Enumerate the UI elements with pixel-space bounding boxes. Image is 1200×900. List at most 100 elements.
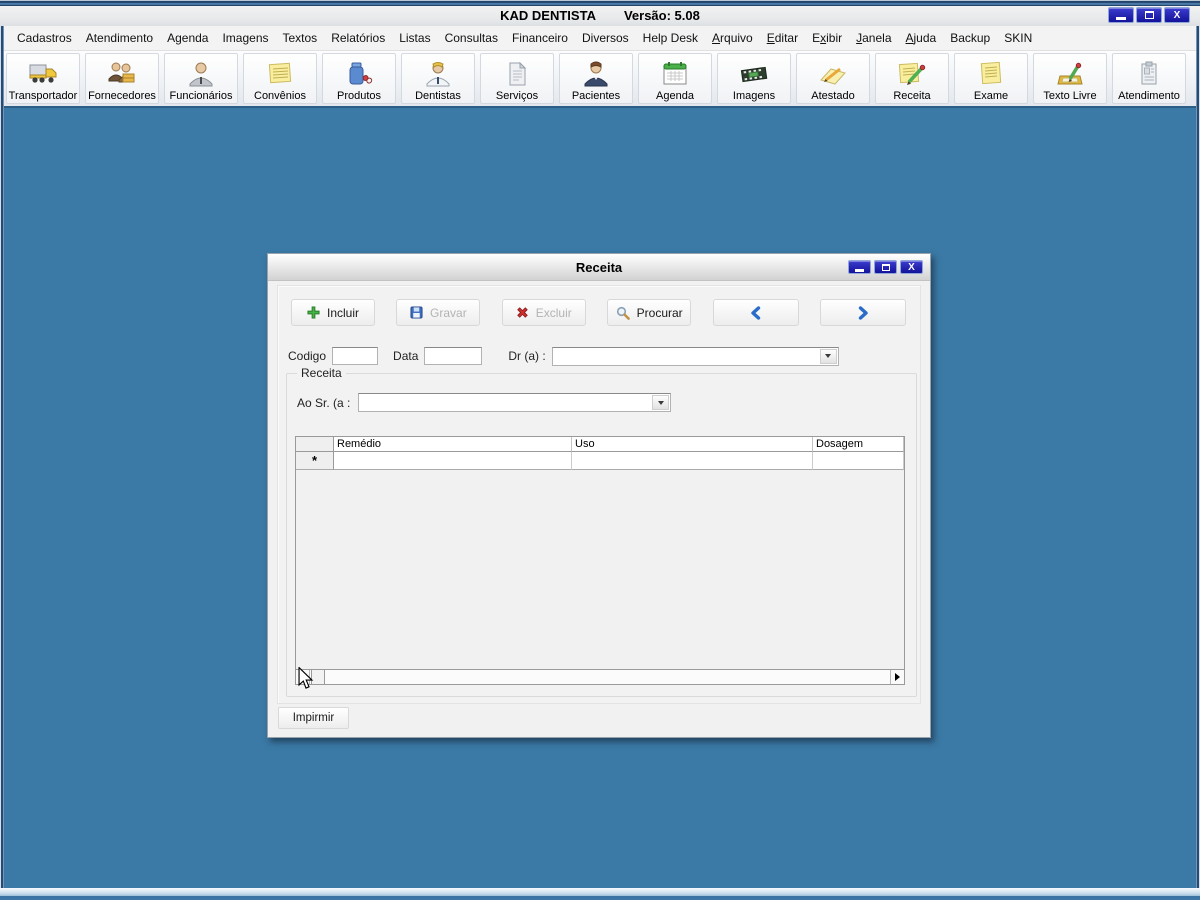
receita-close-button[interactable]: X xyxy=(900,260,923,274)
menu-label-accel: A xyxy=(905,31,914,45)
maximize-icon xyxy=(881,263,890,271)
menu-label-post: rquivo xyxy=(720,31,753,45)
suppliers-icon xyxy=(106,58,138,90)
imprimir-label: Impirmir xyxy=(292,712,335,724)
main-window-controls: X xyxy=(1108,7,1190,23)
grid-column-header-dosagem[interactable]: Dosagem xyxy=(813,437,904,452)
imprimir-button[interactable]: Impirmir xyxy=(278,707,349,729)
codigo-input[interactable] xyxy=(332,347,379,365)
menu-financeiro[interactable]: Financeiro xyxy=(505,28,575,48)
minimize-icon xyxy=(855,268,864,272)
toolbar-button-fornecedores[interactable]: Fornecedores xyxy=(85,52,159,104)
menu-cadastros[interactable]: Cadastros xyxy=(10,28,79,48)
toolbar-button-exame[interactable]: Exame xyxy=(954,52,1028,104)
menu-atendimento[interactable]: Atendimento xyxy=(79,28,160,48)
excluir-button[interactable]: Excluir xyxy=(501,299,586,326)
menu-agenda[interactable]: Agenda xyxy=(160,28,215,48)
menu-consultas[interactable]: Consultas xyxy=(438,28,505,48)
next-record-button[interactable] xyxy=(819,299,906,326)
toolbar-button-servicos[interactable]: Serviços xyxy=(480,52,554,104)
grid-new-row-marker[interactable]: * xyxy=(296,452,334,470)
dr-combobox[interactable] xyxy=(551,346,839,366)
exam-note-icon xyxy=(975,58,1007,90)
receita-window-title: Receita xyxy=(575,259,623,275)
menu-arquivo[interactable]: Arquivo xyxy=(705,28,760,48)
grid-cell-remedio[interactable] xyxy=(334,452,572,470)
menu-editar[interactable]: Editar xyxy=(760,28,805,48)
dr-combobox-dropdown-button[interactable] xyxy=(819,348,837,364)
ao-sr-combobox-dropdown-button[interactable] xyxy=(652,395,670,410)
toolbar-button-label: Texto Livre xyxy=(1043,89,1097,102)
incluir-button[interactable]: Incluir xyxy=(291,299,375,326)
minimize-button[interactable] xyxy=(1108,7,1134,23)
toolbar-button-atestado[interactable]: Atestado xyxy=(796,52,870,104)
toolbar-button-produtos[interactable]: Produtos xyxy=(322,52,396,104)
receita-titlebar[interactable]: Receita X xyxy=(268,254,930,281)
toolbar-button-atendimento[interactable]: Atendimento xyxy=(1112,52,1186,104)
menu-ajuda[interactable]: Ajuda xyxy=(899,28,944,48)
receita-window-controls: X xyxy=(848,260,923,274)
toolbar-button-agenda[interactable]: Agenda xyxy=(638,52,712,104)
menu-label-post: ditar xyxy=(774,31,799,45)
receita-minimize-button[interactable] xyxy=(848,260,871,274)
grid-column-header-uso[interactable]: Uso xyxy=(572,437,813,452)
scrollbar-left-button[interactable] xyxy=(296,670,310,684)
main-titlebar[interactable]: KAD DENTISTA Versão: 5.08 X xyxy=(0,0,1200,26)
save-floppy-icon xyxy=(410,306,423,319)
toolbar-button-funcionarios[interactable]: Funcionários xyxy=(164,52,238,104)
toolbar-button-imagens[interactable]: Imagens xyxy=(717,52,791,104)
triangle-left-icon xyxy=(300,673,305,681)
scrollbar-thumb[interactable] xyxy=(311,670,325,684)
menu-imagens[interactable]: Imagens xyxy=(215,28,275,48)
toolbar-button-convenios[interactable]: Convênios xyxy=(243,52,317,104)
menu-textos[interactable]: Textos xyxy=(276,28,325,48)
menu-label-post: ibir xyxy=(826,31,843,45)
close-button[interactable]: X xyxy=(1164,7,1190,23)
procurar-button[interactable]: Procurar xyxy=(607,299,692,326)
menu-label-post: juda xyxy=(913,31,937,45)
toolbar-button-receita[interactable]: Receita xyxy=(875,52,949,104)
menu-help-desk[interactable]: Help Desk xyxy=(636,28,705,48)
menu-listas[interactable]: Listas xyxy=(392,28,437,48)
gravar-button[interactable]: Gravar xyxy=(396,299,481,326)
attendance-clipboard-icon xyxy=(1133,58,1165,90)
main-content: Cadastros Atendimento Agenda Imagens Tex… xyxy=(4,26,1196,888)
toolbar-button-dentistas[interactable]: Dentistas xyxy=(401,52,475,104)
products-icon xyxy=(343,58,375,90)
menu-label-accel: A xyxy=(712,31,721,45)
menu-exibir[interactable]: Exibir xyxy=(805,28,849,48)
ao-sr-combobox[interactable] xyxy=(358,393,672,412)
grid-cell-dosagem[interactable] xyxy=(813,452,904,470)
employee-icon xyxy=(185,58,217,90)
receita-maximize-button[interactable] xyxy=(874,260,897,274)
toolbar-button-texto-livre[interactable]: Texto Livre xyxy=(1033,52,1107,104)
grid-column-header-remedio[interactable]: Remédio xyxy=(334,437,572,452)
data-input[interactable] xyxy=(424,347,483,365)
menu-diversos[interactable]: Diversos xyxy=(575,28,636,48)
gravar-label: Gravar xyxy=(430,305,467,320)
maximize-button[interactable] xyxy=(1136,7,1162,23)
menu-backup[interactable]: Backup xyxy=(943,28,997,48)
chevron-right-icon xyxy=(856,305,870,320)
incluir-label: Incluir xyxy=(326,305,359,320)
menu-label-post: anela xyxy=(862,31,892,45)
menu-relatorios[interactable]: Relatórios xyxy=(324,28,392,48)
scrollbar-right-button[interactable] xyxy=(890,670,904,684)
menu-janela[interactable]: Janela xyxy=(849,28,898,48)
minimize-icon xyxy=(1116,17,1126,20)
toolbar-button-transportador[interactable]: Transportador xyxy=(6,52,80,104)
grid-cell-uso[interactable] xyxy=(572,452,813,470)
prescription-grid: Remédio Uso Dosagem * xyxy=(295,436,905,685)
plus-icon xyxy=(307,306,320,319)
receita-groupbox-label: Receita xyxy=(297,366,346,380)
dr-label: Dr (a) : xyxy=(508,349,546,363)
menu-skin[interactable]: SKIN xyxy=(997,28,1039,48)
grid-horizontal-scrollbar[interactable] xyxy=(296,669,904,684)
previous-record-button[interactable] xyxy=(712,299,799,326)
toolbar: Transportador Fornecedores Funcionários … xyxy=(4,51,1196,108)
patient-icon xyxy=(580,58,612,90)
chevron-down-icon xyxy=(657,400,664,405)
free-text-pencil-icon xyxy=(1054,58,1086,90)
receita-button-row: Incluir Gravar Excluir Procurar xyxy=(291,299,906,326)
toolbar-button-pacientes[interactable]: Pacientes xyxy=(559,52,633,104)
